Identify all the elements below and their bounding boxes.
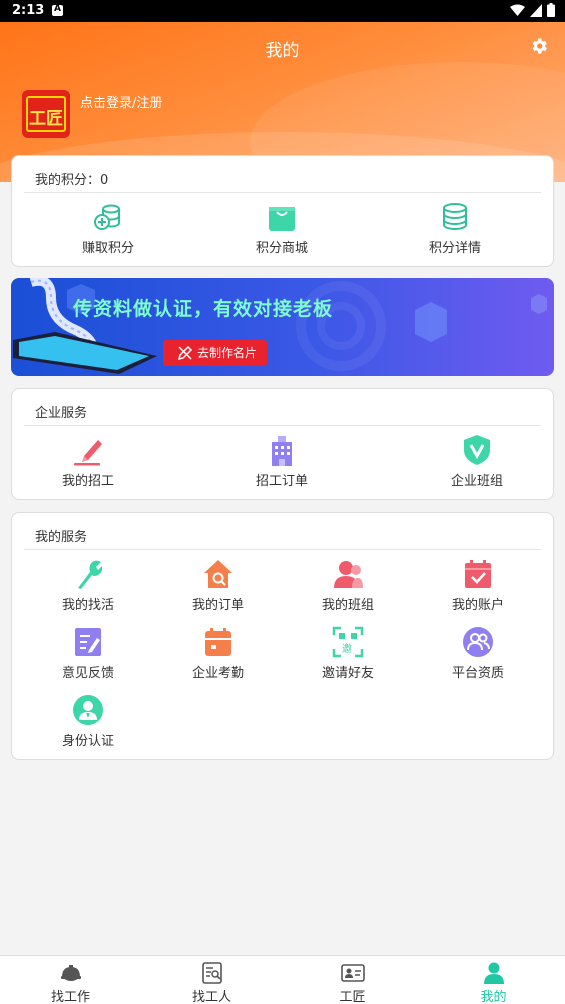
enterprise-team-label: 企业班组 xyxy=(450,474,503,489)
notification-a-icon xyxy=(52,4,63,16)
settings-gear-icon[interactable] xyxy=(529,36,549,56)
my-account-label: 我的账户 xyxy=(451,598,504,613)
app-logo[interactable]: 工匠 xyxy=(22,90,70,138)
points-detail-button[interactable]: 积分详情 xyxy=(405,201,505,256)
recruitment-orders-button[interactable]: 招工订单 xyxy=(232,434,332,489)
resume-search-icon xyxy=(201,962,222,984)
points-mall-button[interactable]: 积分商城 xyxy=(232,201,332,256)
my-orders-label: 我的订单 xyxy=(191,598,244,613)
enterprise-services-card: 企业服务 我的招工 招工订单 企业班组 xyxy=(11,388,554,500)
points-mall-label: 积分商城 xyxy=(255,241,308,256)
status-bar: 2:13 xyxy=(0,0,565,22)
phone-illustration-icon xyxy=(13,278,157,374)
shield-v-icon xyxy=(464,435,490,465)
wifi-icon xyxy=(510,4,525,16)
enterprise-attendance-button[interactable]: 企业考勤 xyxy=(168,626,268,681)
business-card-banner[interactable]: 传资料做认证，有效对接老板 去制作名片 xyxy=(11,278,554,376)
calendar-icon xyxy=(205,628,231,656)
people-circle-icon xyxy=(463,627,493,657)
my-services-title: 我的服务 xyxy=(35,530,88,545)
points-label: 我的积分：0 xyxy=(35,173,109,188)
tab-mine[interactable]: 我的 xyxy=(423,956,564,1004)
points-card: 我的积分：0 赚取积分 积分商城 积分详情 xyxy=(11,155,554,267)
building-icon xyxy=(272,436,292,466)
invite-friends-button[interactable]: 邀 邀请好友 xyxy=(298,626,398,681)
id-person-icon xyxy=(73,695,103,725)
tab-find-workers[interactable]: 找工人 xyxy=(141,956,282,1004)
pen-icon xyxy=(74,440,102,466)
make-business-card-label: 去制作名片 xyxy=(197,346,258,360)
hardhat-icon xyxy=(60,965,81,981)
recruitment-orders-label: 招工订单 xyxy=(255,474,308,489)
platform-qualification-button[interactable]: 平台资质 xyxy=(428,626,528,681)
enterprise-attendance-label: 企业考勤 xyxy=(191,666,244,681)
my-recruitment-label: 我的招工 xyxy=(61,474,114,489)
id-card-icon xyxy=(340,964,365,982)
banner-headline: 传资料做认证，有效对接老板 xyxy=(73,298,334,320)
points-detail-label: 积分详情 xyxy=(428,241,481,256)
my-jobs-button[interactable]: 我的找活 xyxy=(38,558,138,613)
app-logo-text: 工匠 xyxy=(29,109,63,129)
shopping-bag-icon xyxy=(269,207,295,231)
feedback-button[interactable]: 意见反馈 xyxy=(38,626,138,681)
my-jobs-label: 我的找活 xyxy=(61,598,114,613)
my-team-button[interactable]: 我的班组 xyxy=(298,558,398,613)
page-title: 我的 xyxy=(265,41,300,61)
my-team-label: 我的班组 xyxy=(321,598,374,613)
group-icon xyxy=(334,561,363,588)
my-orders-button[interactable]: 我的订单 xyxy=(168,558,268,613)
svg-text:邀: 邀 xyxy=(342,642,352,655)
signal-icon xyxy=(530,3,542,17)
identity-verification-label: 身份认证 xyxy=(61,734,114,749)
feedback-label: 意见反馈 xyxy=(61,666,114,681)
earn-points-button[interactable]: 赚取积分 xyxy=(58,201,158,256)
profile-icon xyxy=(483,962,504,984)
tab-craftsman[interactable]: 工匠 xyxy=(282,956,423,1004)
enterprise-services-title: 企业服务 xyxy=(35,406,88,421)
battery-icon xyxy=(547,3,555,17)
invite-friends-label: 邀请好友 xyxy=(321,666,374,681)
tab-find-workers-label: 找工人 xyxy=(191,990,231,1004)
coins-plus-icon xyxy=(94,204,120,230)
identity-verification-button[interactable]: 身份认证 xyxy=(38,694,138,749)
pencil-ruler-icon xyxy=(177,345,193,361)
status-indicators xyxy=(510,3,555,17)
bottom-tab-bar: 找工作 找工人 工匠 我的 xyxy=(0,955,565,1004)
make-business-card-button[interactable]: 去制作名片 xyxy=(163,340,267,366)
my-account-button[interactable]: 我的账户 xyxy=(428,558,528,613)
tab-find-work-label: 找工作 xyxy=(50,990,90,1004)
tab-craftsman-label: 工匠 xyxy=(339,990,366,1004)
my-recruitment-button[interactable]: 我的招工 xyxy=(38,434,138,489)
earn-points-label: 赚取积分 xyxy=(81,241,134,256)
calendar-check-icon xyxy=(465,560,491,588)
wrench-icon xyxy=(78,560,103,589)
enterprise-team-button[interactable]: 企业班组 xyxy=(427,434,527,489)
tab-mine-label: 我的 xyxy=(480,990,507,1004)
platform-qualification-label: 平台资质 xyxy=(451,666,504,681)
house-search-icon xyxy=(204,560,232,588)
coin-stack-icon xyxy=(443,203,467,231)
tab-find-work[interactable]: 找工作 xyxy=(0,956,141,1004)
my-services-card: 我的服务 我的找活 我的订单 我的班组 我的账户 意见反馈 企业考勤 邀 邀请好… xyxy=(11,512,554,760)
qr-invite-icon: 邀 xyxy=(332,626,364,658)
login-register-link[interactable]: 点击登录/注册 xyxy=(80,92,162,111)
edit-doc-icon xyxy=(75,628,101,656)
status-time: 2:13 xyxy=(12,3,45,18)
